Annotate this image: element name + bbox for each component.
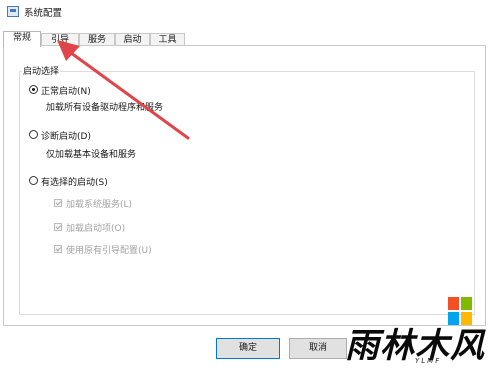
logo-red-tile — [448, 297, 459, 310]
selective-startup-radio[interactable] — [29, 176, 38, 185]
startup-selection-label: 启动选择 — [22, 64, 61, 77]
window-title: 系统配置 — [24, 8, 63, 19]
load-system-services-label: 加载系统服务(L) — [66, 200, 133, 210]
use-original-boot-config-label: 使用原有引导配置(U) — [66, 246, 152, 256]
logo-blue-tile — [448, 312, 459, 325]
normal-startup-description: 加载所有设备驱动程序和服务 — [46, 103, 164, 113]
load-system-services-checkbox[interactable] — [54, 199, 62, 207]
app-icon — [7, 6, 19, 17]
tab-bar: 常规 引导 服务 启动 工具 — [0, 31, 500, 47]
title-bar: 系统配置 — [0, 0, 500, 24]
load-startup-items-checkbox[interactable] — [54, 223, 62, 231]
load-startup-items-label: 加载启动项(O) — [66, 224, 126, 234]
diagnostic-startup-radio[interactable] — [29, 130, 38, 139]
use-original-boot-config-checkbox[interactable] — [54, 245, 62, 253]
watermark-logo-subtext: YLMF — [415, 357, 442, 365]
logo-yellow-tile — [461, 312, 472, 325]
logo-green-tile — [461, 297, 472, 310]
ok-button[interactable]: 确定 — [216, 338, 280, 359]
radio-selected-dot — [32, 88, 35, 91]
cancel-button[interactable]: 取消 — [289, 338, 347, 359]
diagnostic-startup-description: 仅加载基本设备和服务 — [46, 150, 137, 160]
windows-logo-icon — [448, 297, 472, 325]
normal-startup-label[interactable]: 正常启动(N) — [41, 84, 91, 97]
diagnostic-startup-label[interactable]: 诊断启动(D) — [41, 129, 91, 142]
selective-startup-label[interactable]: 有选择的启动(S) — [41, 175, 108, 188]
normal-startup-radio[interactable] — [29, 85, 38, 94]
tab-general[interactable]: 常规 — [3, 31, 41, 47]
